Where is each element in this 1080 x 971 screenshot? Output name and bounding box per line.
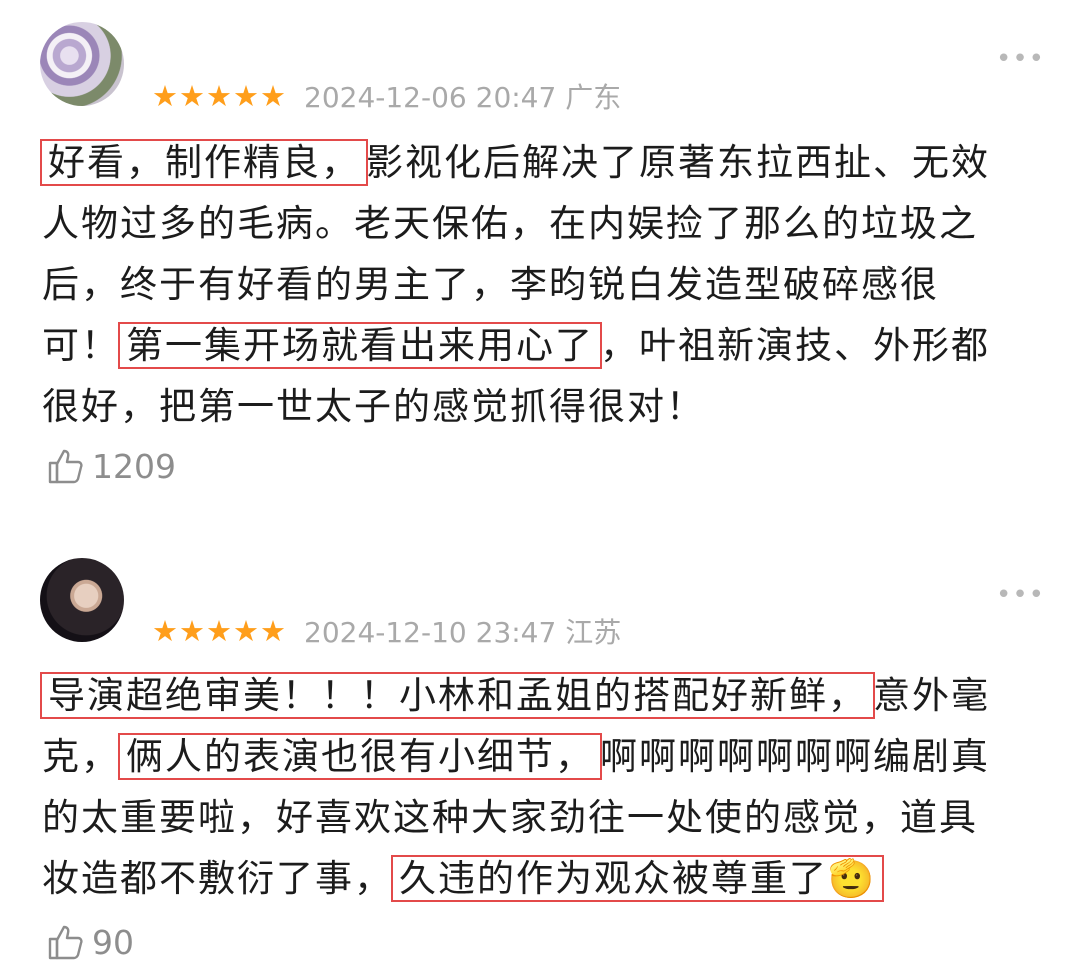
text-segment: 很好，把第一世太子的感觉抓得很对！: [42, 385, 705, 428]
star-icon: ★: [233, 613, 259, 648]
star-icon: ★: [260, 613, 286, 648]
star-rating: ★ ★ ★ ★ ★: [152, 613, 286, 648]
thumbs-up-icon: [48, 449, 83, 484]
text-segment: 克，: [42, 735, 120, 778]
text-segment: 后，终于有好看的男主了，李昀锐白发造型破碎感很: [42, 263, 939, 306]
text-segment: 影视化后解决了原著东拉西扯、无效: [366, 141, 990, 184]
review-timestamp: 2024-12-10 23:47 江苏: [304, 616, 622, 649]
review-text-line: 好看，制作精良， 影视化后解决了原著东拉西扯、无效: [40, 132, 1042, 193]
review-timestamp: 2024-12-06 20:47 广东: [304, 81, 622, 114]
text-segment: 意外毫: [873, 674, 990, 717]
star-icon: ★: [233, 78, 259, 113]
highlighted-phrase: 好看，制作精良，: [40, 139, 368, 186]
review-text-line: 人物过多的毛病。老天保佑，在内娱捡了那么的垃圾之: [42, 193, 1042, 254]
text-segment: 的太重要啦，好喜欢这种大家劲往一处使的感觉，道具: [42, 796, 978, 839]
review-text: 好看，制作精良， 影视化后解决了原著东拉西扯、无效人物过多的毛病。老天保佑，在内娱…: [40, 132, 1042, 437]
like-button[interactable]: 90: [46, 922, 134, 962]
star-icon: ★: [152, 78, 178, 113]
review-text-line: 可！ 第一集开场就看出来用心了 ，叶祖新演技、外形都: [42, 315, 1042, 376]
thumbs-up-icon: [48, 925, 83, 960]
star-icon: ★: [179, 613, 205, 648]
like-count: 1209: [92, 446, 176, 486]
text-segment: 啊啊啊啊啊啊啊编剧真: [600, 735, 990, 778]
star-icon: ★: [260, 78, 286, 113]
star-icon: ★: [206, 613, 232, 648]
review-text-line: 很好，把第一世太子的感觉抓得很对！: [42, 376, 1042, 437]
highlighted-phrase: 俩人的表演也很有小细节，: [118, 733, 602, 780]
text-segment: 人物过多的毛病。老天保佑，在内娱捡了那么的垃圾之: [42, 202, 978, 245]
star-icon: ★: [152, 613, 178, 648]
highlighted-phrase: 第一集开场就看出来用心了: [118, 322, 602, 369]
user-avatar[interactable]: [40, 558, 124, 642]
review-text: 导演超绝审美！！！小林和孟姐的搭配好新鲜， 意外毫 克， 俩人的表演也很有小细节， 啊啊…: [40, 665, 1042, 909]
highlighted-phrase: 久违的作为观众被尊重了🫡: [391, 855, 885, 902]
user-avatar[interactable]: [40, 22, 124, 106]
like-count: 90: [92, 922, 134, 962]
review-meta: ★ ★ ★ ★ ★ 2024-12-06 20:47 广东: [152, 76, 621, 116]
text-segment: 可！: [42, 324, 120, 367]
more-options-icon[interactable]: •••: [996, 580, 1045, 610]
star-icon: ★: [206, 78, 232, 113]
text-segment: 妆造都不敷衍了事，: [42, 857, 393, 900]
star-rating: ★ ★ ★ ★ ★: [152, 78, 286, 113]
review-text-line: 的太重要啦，好喜欢这种大家劲往一处使的感觉，道具: [42, 787, 1042, 848]
review-text-line: 妆造都不敷衍了事， 久违的作为观众被尊重了🫡: [42, 848, 1042, 909]
review-text-line: 导演超绝审美！！！小林和孟姐的搭配好新鲜， 意外毫: [40, 665, 1042, 726]
like-button[interactable]: 1209: [46, 446, 176, 486]
review-text-line: 后，终于有好看的男主了，李昀锐白发造型破碎感很: [42, 254, 1042, 315]
review-text-line: 克， 俩人的表演也很有小细节， 啊啊啊啊啊啊啊编剧真: [42, 726, 1042, 787]
text-segment: ，叶祖新演技、外形都: [600, 324, 990, 367]
highlighted-phrase: 导演超绝审美！！！小林和孟姐的搭配好新鲜，: [40, 672, 875, 719]
star-icon: ★: [179, 78, 205, 113]
more-options-icon[interactable]: •••: [996, 44, 1045, 74]
review-meta: ★ ★ ★ ★ ★ 2024-12-10 23:47 江苏: [152, 611, 621, 651]
